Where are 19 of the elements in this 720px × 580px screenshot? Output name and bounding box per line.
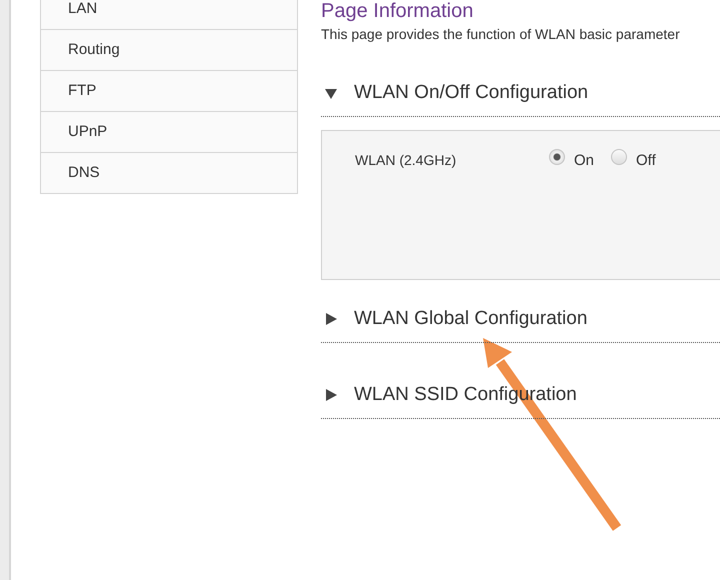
sidebar-item[interactable]: FTP <box>41 70 297 111</box>
section-header[interactable]: WLAN On/Off Configuration <box>321 73 720 117</box>
sidebar-item[interactable]: DNS <box>41 152 297 193</box>
sidebar-item[interactable]: UPnP <box>41 111 297 152</box>
page-description: This page provides the function of WLAN basic parameter <box>321 25 681 44</box>
page-title: Page Information <box>321 0 474 22</box>
radio-button[interactable] <box>611 149 628 165</box>
section-title: WLAN On/Off Configuration <box>354 82 588 104</box>
radio-label: Off <box>636 152 656 168</box>
expand-triangle-icon <box>324 388 338 402</box>
field-label: WLAN (2.4GHz) <box>355 152 458 168</box>
sidebar-item[interactable]: LAN <box>41 0 297 29</box>
radio-label: On <box>574 152 594 168</box>
radio-button[interactable] <box>549 149 565 165</box>
section-header[interactable]: WLAN Global Configuration <box>321 299 720 343</box>
sidebar-item[interactable]: Routing <box>41 29 297 70</box>
section-title: WLAN Global Configuration <box>354 308 588 330</box>
expand-triangle-icon <box>324 312 338 326</box>
collapse-triangle-icon <box>324 86 338 100</box>
